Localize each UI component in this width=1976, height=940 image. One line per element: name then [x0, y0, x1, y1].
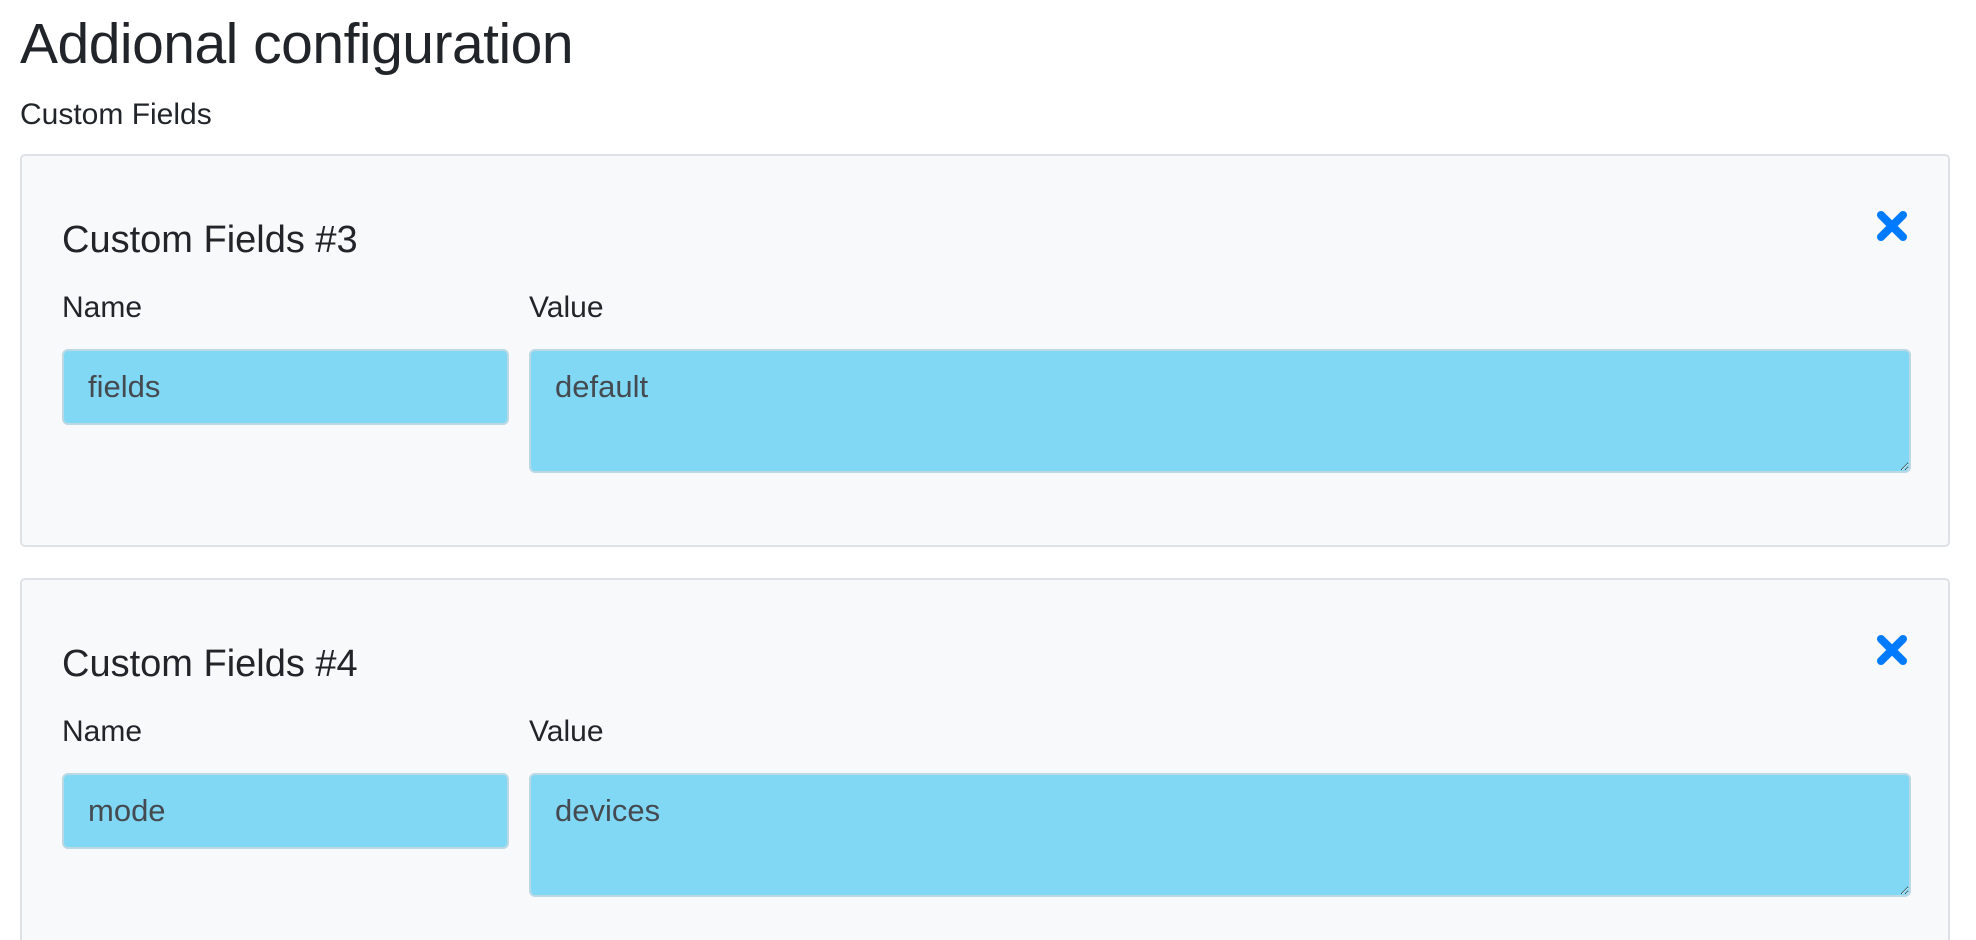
name-input[interactable] [62, 349, 509, 425]
page: Addional configuration Custom Fields Cus… [0, 0, 1976, 940]
value-textarea[interactable]: default [529, 349, 1911, 473]
remove-custom-field-button[interactable] [1874, 208, 1910, 244]
section-label: Custom Fields [20, 98, 212, 131]
page-title: Addional configuration [20, 12, 574, 76]
name-label: Name [62, 715, 143, 748]
custom-field-title: Custom Fields #4 [62, 643, 358, 685]
value-textarea[interactable]: devices [529, 773, 1911, 897]
custom-field-card: Custom Fields #3 Name Value default [20, 154, 1950, 547]
value-label: Value [529, 291, 604, 324]
close-icon [1877, 635, 1907, 665]
close-icon [1877, 211, 1907, 241]
name-input[interactable] [62, 773, 509, 849]
name-label: Name [62, 291, 143, 324]
custom-field-title: Custom Fields #3 [62, 219, 358, 261]
custom-field-card: Custom Fields #4 Name Value devices [20, 578, 1950, 940]
value-label: Value [529, 715, 604, 748]
remove-custom-field-button[interactable] [1874, 632, 1910, 668]
